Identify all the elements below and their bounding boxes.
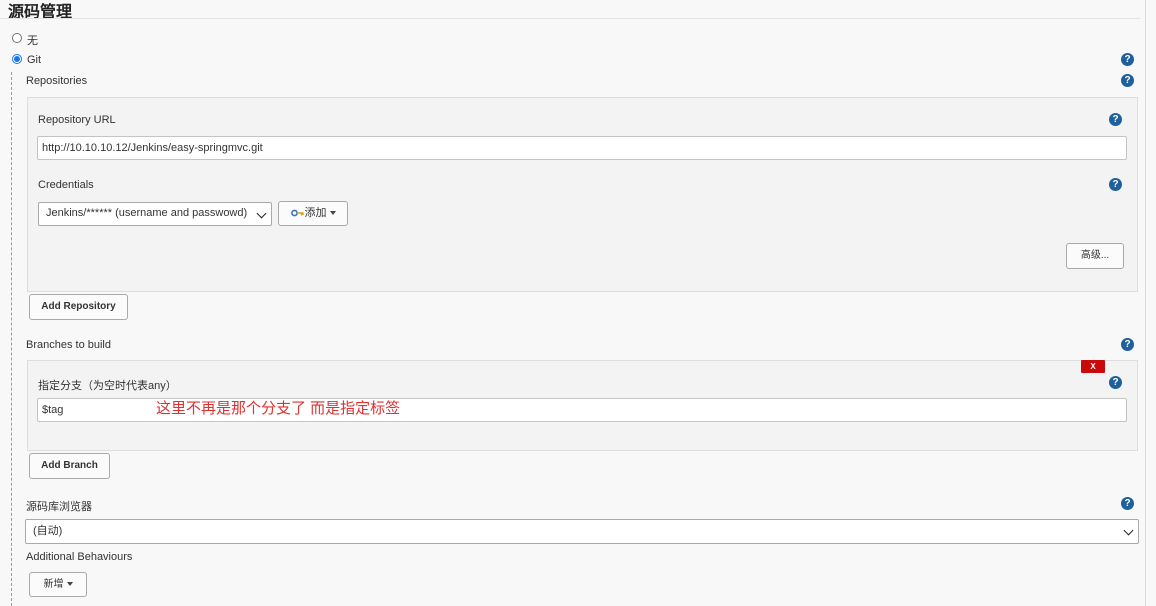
credentials-help-icon[interactable]: ? [1109,178,1122,191]
branches-help-icon[interactable]: ? [1121,338,1134,351]
branches-heading: Branches to build [26,339,111,351]
delete-branch-button[interactable]: X [1081,360,1105,373]
repository-url-input[interactable]: http://10.10.10.12/Jenkins/easy-springmv… [37,136,1127,160]
add-behaviour-button[interactable]: 新增 [29,572,87,597]
chevron-down-icon [1123,525,1134,536]
repository-panel [27,97,1138,292]
radio-git-label: Git [27,54,42,66]
repositories-help-icon[interactable]: ? [1121,74,1134,87]
radio-none-label: 无 [27,35,38,47]
page-right-border [1145,0,1146,606]
caret-down-icon [66,582,73,587]
git-help-icon[interactable]: ? [1121,53,1134,66]
repository-browser-value: (自动) [33,525,63,537]
advanced-button[interactable]: 高级... [1066,243,1124,269]
additional-behaviours-label: Additional Behaviours [26,551,133,563]
repository-url-label: Repository URL [38,114,116,126]
add-branch-button[interactable]: Add Branch [29,453,110,479]
radio-git[interactable] [12,54,22,64]
chevron-down-icon [256,208,267,219]
repository-browser-label: 源码库浏览器 [26,501,92,513]
credentials-select[interactable]: Jenkins/****** (username and passwowd) [38,202,272,226]
branch-specifier-help-icon[interactable]: ? [1109,376,1122,389]
radio-none[interactable] [12,33,22,43]
caret-down-icon [329,211,336,216]
credentials-select-value: Jenkins/****** (username and passwowd) [46,207,248,219]
repositories-heading: Repositories [26,75,88,87]
credentials-label: Credentials [38,179,94,191]
annotation-note: 这里不再是那个分支了 而是指定标签 [156,400,401,417]
add-credentials-button[interactable]: 添加 [278,201,348,226]
title-divider [0,18,1140,19]
key-icon [290,209,304,217]
add-credentials-label: 添加 [304,207,327,219]
add-behaviour-label: 新增 [43,579,64,590]
repository-browser-select[interactable]: (自动) [25,519,1139,544]
repository-url-help-icon[interactable]: ? [1109,113,1122,126]
repository-browser-help-icon[interactable]: ? [1121,497,1134,510]
add-repository-button[interactable]: Add Repository [29,294,128,320]
branch-specifier-label: 指定分支（为空时代表any） [38,380,177,392]
git-section-indent-line [11,72,12,606]
